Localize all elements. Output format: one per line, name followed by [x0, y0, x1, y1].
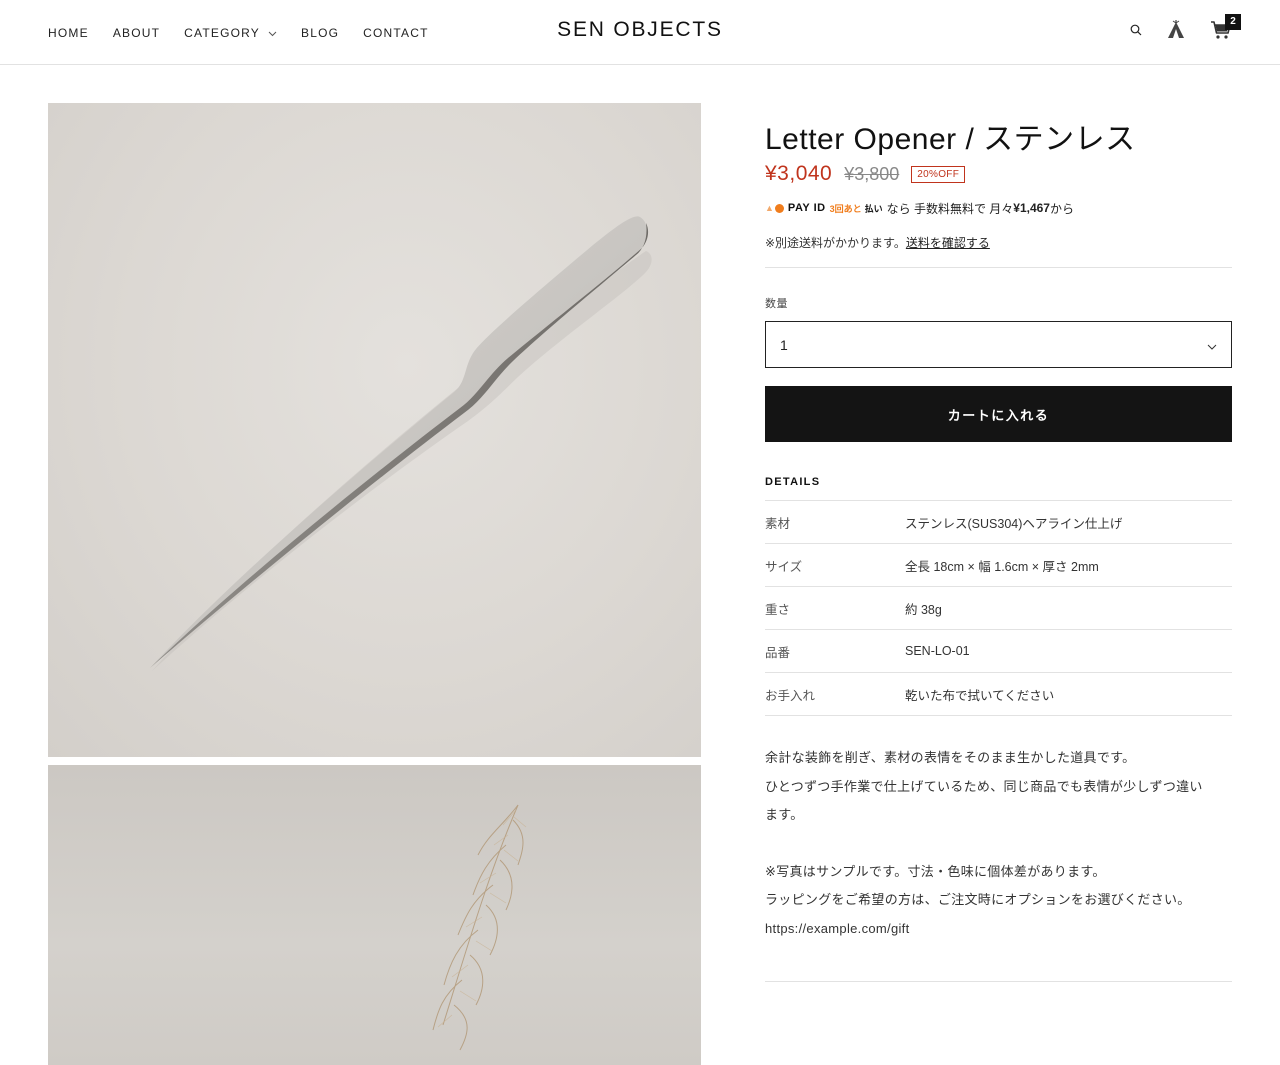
add-to-cart-button[interactable]: カートに入れる — [765, 386, 1232, 442]
shipping-link[interactable]: 送料を確認する — [906, 236, 990, 250]
details-key: 重さ — [765, 602, 791, 617]
shipping-note-text: ※別途送料がかかります。 — [765, 236, 906, 250]
details-row: 重さ 約 38g — [765, 587, 1232, 630]
price-row: ¥3,040 ¥3,800 20%OFF — [765, 160, 1232, 188]
details-value: ステンレス(SUS304)ヘアライン仕上げ — [905, 516, 1123, 531]
nav-contact[interactable]: CONTACT — [363, 26, 429, 40]
chevron-down-icon — [1207, 337, 1217, 353]
compare-price: ¥3,800 — [844, 163, 900, 184]
main-nav: HOME ABOUT CATEGORY BLOG CONTACT — [48, 0, 453, 65]
sale-price: ¥3,040 — [765, 162, 833, 185]
details-row: 素材 ステンレス(SUS304)ヘアライン仕上げ — [765, 501, 1232, 544]
payid-brand: PAY ID — [787, 202, 826, 214]
nav-home[interactable]: HOME — [48, 26, 89, 40]
account-button[interactable] — [1166, 19, 1186, 45]
shipping-note: ※別途送料がかかります。送料を確認する — [765, 234, 1232, 250]
product-title: Letter Opener / ステンレス — [765, 123, 1136, 156]
payid-installment-note: ▲ PAY ID 3回あと 払い なら 手数料無料で 月々 ¥1,467 から — [765, 200, 1232, 216]
description-line — [765, 830, 1232, 858]
product-description: 余計な装飾を削ぎ、素材の表情をそのまま生かした道具です。 ひとつずつ手作業で仕上… — [765, 744, 1232, 944]
nav-about[interactable]: ABOUT — [113, 26, 160, 40]
header-actions: 2 — [1106, 13, 1241, 50]
account-icon — [1166, 19, 1186, 45]
chevron-down-icon — [268, 26, 277, 40]
divider — [765, 981, 1232, 982]
product-image-main[interactable] — [48, 103, 701, 757]
cart-button[interactable]: 2 — [1210, 13, 1241, 45]
quantity-value: 1 — [780, 336, 788, 353]
payid-text-pre: なら 手数料無料で 月々 — [886, 201, 1014, 216]
site-logo[interactable]: SEN OBJECTS — [557, 18, 723, 41]
payid-triangle-icon: ▲ — [765, 203, 774, 213]
nav-category-label: CATEGORY — [184, 25, 260, 40]
details-key: 素材 — [765, 516, 791, 531]
search-icon — [1130, 23, 1142, 41]
nav-category[interactable]: CATEGORY — [184, 26, 277, 40]
description-line: ひとつずつ手作業で仕上げているため、同じ商品でも表情が少しずつ違い — [765, 778, 1203, 794]
nav-home-label: HOME — [48, 25, 89, 40]
details-key: サイズ — [765, 559, 803, 574]
payid-amount: ¥1,467 — [1013, 201, 1050, 215]
nav-contact-label: CONTACT — [363, 25, 429, 40]
description-link[interactable]: https://example.com/gift — [765, 915, 1232, 944]
search-button[interactable] — [1130, 23, 1142, 41]
cart-count-badge: 2 — [1225, 13, 1241, 30]
description-line: ます。 — [765, 807, 804, 823]
nav-about-label: ABOUT — [112, 25, 161, 40]
product-info: Letter Opener / ステンレス ¥3,040 ¥3,800 20%O… — [765, 120, 1232, 944]
details-key: お手入れ — [765, 688, 816, 703]
quantity-select[interactable]: 1 — [765, 321, 1232, 368]
payid-brand-sub: 3回あと — [829, 203, 862, 214]
discount-badge: 20%OFF — [911, 165, 966, 183]
details-value: 全長 18cm × 幅 1.6cm × 厚さ 2mm — [905, 559, 1099, 574]
nav-blog-label: BLOG — [301, 25, 340, 40]
description-line: ※写真はサンプルです。寸法・色味に個体差があります。 — [765, 863, 1106, 879]
pampas-grass-photo — [432, 804, 527, 1051]
details-row: お手入れ 乾いた布で拭いてください — [765, 673, 1232, 716]
description-line: ラッピングをご希望の方は、ご注文時にオプションをお選びください。 — [765, 892, 1191, 908]
payid-text-post: から — [1049, 201, 1074, 216]
product-image-secondary[interactable] — [48, 765, 701, 1065]
divider — [765, 267, 1232, 268]
details-key: 品番 — [765, 645, 791, 660]
details-row: 品番 SEN-LO-01 — [765, 630, 1232, 673]
add-to-cart-label: カートに入れる — [947, 407, 1050, 423]
details-row: サイズ 全長 18cm × 幅 1.6cm × 厚さ 2mm — [765, 544, 1232, 587]
letter-opener-photo — [150, 216, 652, 671]
details-table: 素材 ステンレス(SUS304)ヘアライン仕上げ サイズ 全長 18cm × 幅… — [765, 500, 1232, 716]
details-heading: DETAILS — [765, 476, 821, 488]
details-value: 約 38g — [905, 602, 942, 617]
payid-dot-icon — [774, 203, 784, 213]
quantity-label: 数量 — [765, 298, 788, 310]
nav-blog[interactable]: BLOG — [301, 26, 339, 40]
description-line: 余計な装飾を削ぎ、素材の表情をそのまま生かした道具です。 — [765, 750, 1136, 765]
details-value: SEN-LO-01 — [905, 644, 970, 658]
payid-brand-sub2: 払い — [864, 203, 883, 214]
details-value: 乾いた布で拭いてください — [905, 688, 1055, 703]
site-header: HOME ABOUT CATEGORY BLOG CONTACT SEN OBJ… — [0, 0, 1280, 65]
